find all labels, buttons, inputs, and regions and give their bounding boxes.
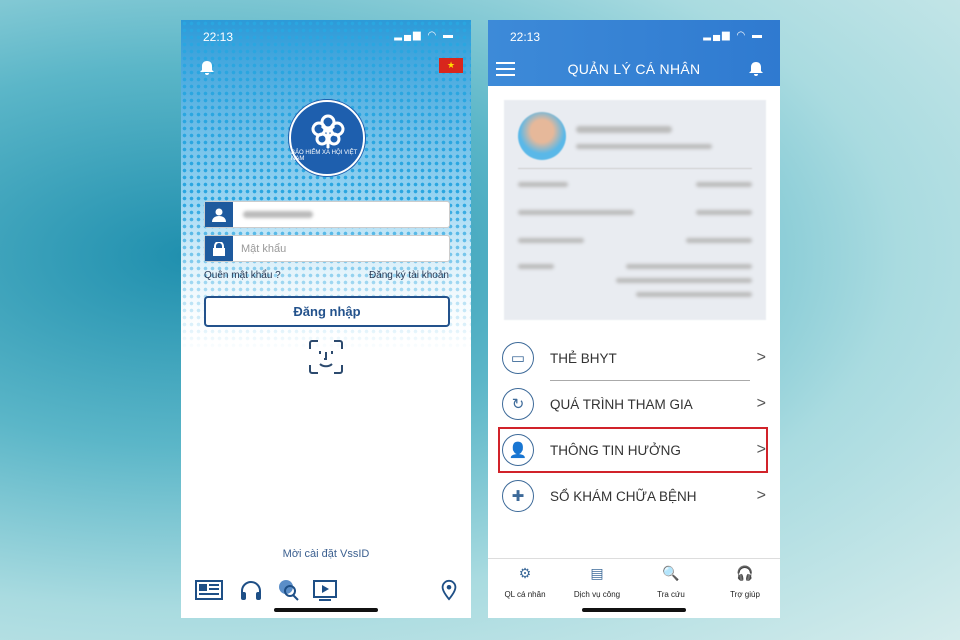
tab-label: Tra cứu — [657, 590, 685, 599]
location-pin-icon[interactable] — [437, 579, 461, 601]
bell-icon[interactable] — [199, 60, 215, 76]
redacted-text — [576, 144, 712, 149]
lock-icon — [205, 236, 233, 261]
tab-help[interactable]: 🎧 Trợ giúp — [710, 565, 780, 599]
avatar — [518, 112, 566, 160]
status-icons: ▂▄▆ ◠ ▬ — [703, 30, 764, 41]
register-link[interactable]: Đăng ký tài khoản — [369, 270, 449, 281]
headset-icon: 🎧 — [736, 565, 754, 581]
login-screen: 22:13 ▂▄▆ ◠ ▬ ★ BẢO HIỂM XÃ HỘI VIỆT NAM… — [181, 20, 471, 618]
chevron-right-icon: > — [756, 487, 766, 504]
tab-label: Trợ giúp — [730, 590, 760, 599]
tab-label: Dịch vụ công — [573, 590, 621, 599]
username-field[interactable] — [204, 201, 450, 228]
page-title: QUẢN LÝ CÁ NHÂN — [567, 61, 701, 77]
face-id-icon[interactable] — [309, 340, 343, 374]
redacted-text — [636, 292, 752, 297]
redacted-text — [696, 210, 752, 215]
search-globe-icon[interactable] — [277, 579, 301, 601]
headset-icon[interactable] — [239, 579, 263, 601]
logo: BẢO HIỂM XÃ HỘI VIỆT NAM — [289, 100, 365, 176]
bell-icon[interactable] — [748, 61, 764, 77]
tab-public-services[interactable]: ▤ Dịch vụ công — [562, 565, 632, 599]
redacted-text — [518, 182, 568, 187]
divider — [518, 168, 752, 169]
redacted-text — [576, 126, 672, 133]
menu-item-label: THÔNG TIN HƯỞNG — [550, 442, 681, 458]
redacted-text — [616, 278, 752, 283]
chevron-right-icon: > — [756, 441, 766, 458]
header: 22:13 ▂▄▆ ◠ ▬ QUẢN LÝ CÁ NHÂN — [488, 20, 780, 86]
medical-cross-icon: ✚ — [502, 480, 534, 512]
health-card-icon: ▭ — [502, 342, 534, 374]
tab-personal[interactable]: ⚙ QL cá nhân — [490, 565, 560, 599]
home-indicator — [274, 608, 378, 612]
search-globe-icon: 🔍 — [662, 565, 680, 581]
status-time: 22:13 — [510, 30, 541, 44]
forgot-password-link[interactable]: Quên mật khẩu ? — [204, 270, 281, 281]
menu-item-benefit-info[interactable]: 👤 THÔNG TIN HƯỞNG > — [502, 428, 768, 472]
password-placeholder: Mật khẩu — [241, 242, 287, 255]
status-icons: ▂▄▆ ◠ ▬ — [394, 30, 455, 41]
redacted-text — [518, 210, 634, 215]
document-icon: ▤ — [590, 565, 604, 581]
chevron-right-icon: > — [756, 395, 766, 412]
menu-item-label: QUÁ TRÌNH THAM GIA — [550, 396, 693, 412]
logo-text: BẢO HIỂM XÃ HỘI VIỆT NAM — [291, 150, 358, 162]
menu-item-participation-history[interactable]: ↻ QUÁ TRÌNH THAM GIA > — [502, 382, 768, 426]
refresh-icon: ↻ — [502, 388, 534, 420]
tab-label: QL cá nhân — [504, 590, 546, 599]
menu-item-label: THẺ BHYT — [550, 350, 617, 366]
menu-item-label: SỔ KHÁM CHỮA BỆNH — [550, 488, 697, 504]
redacted-text — [518, 238, 584, 243]
status-time: 22:13 — [203, 30, 234, 44]
tab-lookup[interactable]: 🔍 Tra cứu — [636, 565, 706, 599]
home-indicator — [582, 608, 686, 612]
invite-link[interactable]: Mời cài đặt VssID — [181, 548, 471, 560]
login-button[interactable]: Đăng nhập — [204, 296, 450, 327]
news-icon[interactable] — [195, 579, 223, 601]
menu-item-bhyt-card[interactable]: ▭ THẺ BHYT > — [502, 336, 768, 380]
chevron-right-icon: > — [756, 349, 766, 366]
redacted-text — [626, 264, 752, 269]
user-gear-icon: ⚙ — [518, 565, 532, 581]
user-clock-icon: 👤 — [502, 434, 534, 466]
divider — [550, 380, 750, 381]
language-flag-button[interactable]: ★ — [439, 58, 463, 73]
redacted-text — [518, 264, 554, 269]
video-icon[interactable] — [313, 579, 337, 601]
menu-item-medical-record[interactable]: ✚ SỔ KHÁM CHỮA BỆNH > — [502, 474, 768, 518]
redacted-text — [696, 182, 752, 187]
redacted-text — [686, 238, 752, 243]
username-value-redacted — [243, 211, 313, 218]
password-field[interactable]: Mật khẩu — [204, 235, 450, 262]
personal-management-screen: 22:13 ▂▄▆ ◠ ▬ QUẢN LÝ CÁ NHÂN ▭ THẺ BHYT… — [488, 20, 780, 618]
profile-card-redacted — [504, 100, 766, 320]
user-icon — [205, 202, 233, 227]
